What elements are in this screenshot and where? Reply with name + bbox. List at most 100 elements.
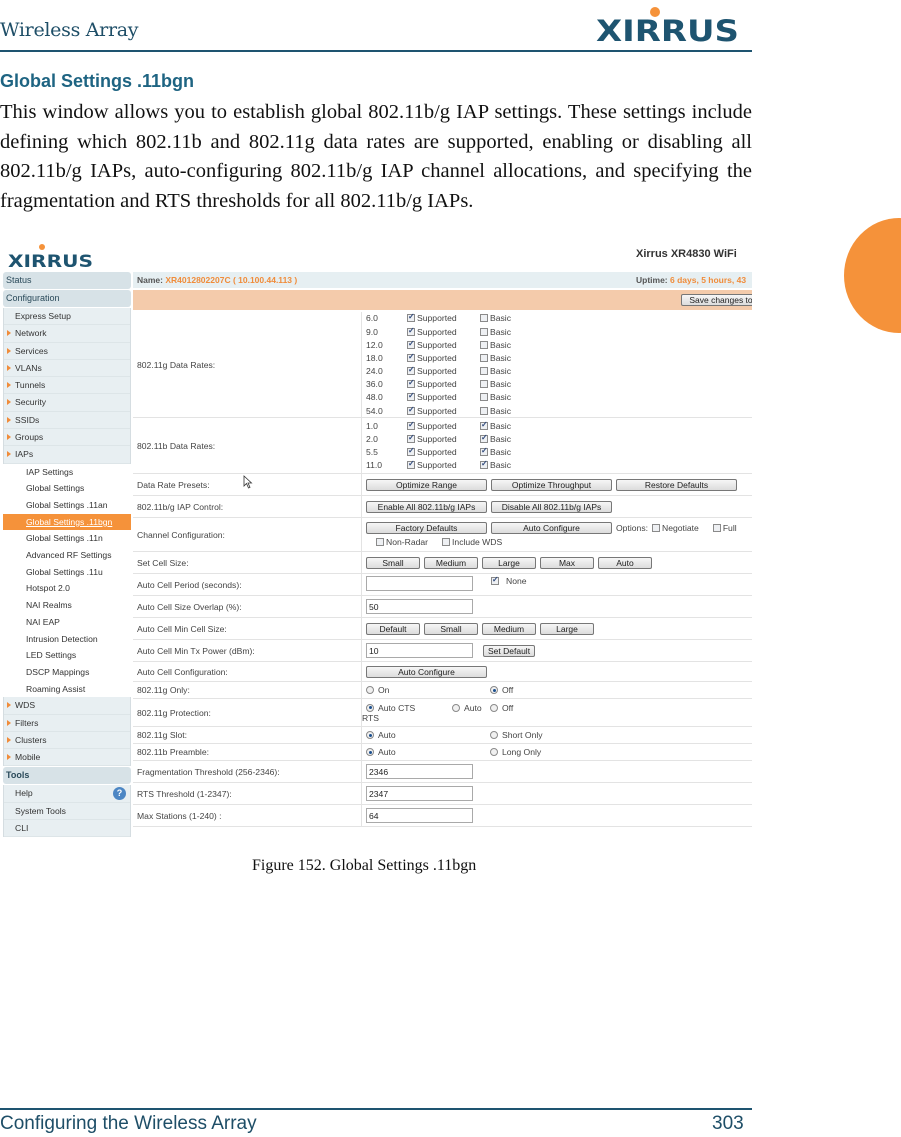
sidebar-item-wds[interactable]: WDS <box>4 697 130 715</box>
enable-all-iaps-button[interactable]: Enable All 802.11b/g IAPs <box>366 500 487 513</box>
supported-checkbox[interactable] <box>407 420 415 430</box>
sidebar-item-groups[interactable]: Groups <box>4 429 130 447</box>
basic-checkbox[interactable] <box>480 314 488 323</box>
g-only-off-radio[interactable] <box>490 686 498 694</box>
slot-short-only-radio[interactable] <box>490 731 498 739</box>
ui-screenshot: XIRRUS Xirrus XR4830 WiFi Status Configu… <box>0 238 752 842</box>
sidebar-item-advanced-rf-settings[interactable]: Advanced RF Settings <box>3 547 131 564</box>
preamble-auto-radio[interactable] <box>366 748 374 756</box>
supported-checkbox[interactable] <box>407 378 415 389</box>
sidebar-item-nai-realms[interactable]: NAI Realms <box>3 597 131 614</box>
cell-medium-button[interactable]: Medium <box>424 556 478 569</box>
supported-checkbox[interactable] <box>407 365 415 376</box>
basic-checkbox[interactable] <box>480 327 488 336</box>
sidebar-item-vlans[interactable]: VLANs <box>4 360 130 378</box>
basic-checkbox[interactable] <box>480 367 488 376</box>
min-cell-small-button[interactable]: Small <box>424 622 478 635</box>
supported-checkbox[interactable] <box>407 446 415 457</box>
sidebar-item-network[interactable]: Network <box>4 325 130 343</box>
sidebar-item-global-settings-11n[interactable]: Global Settings .11n <box>3 530 131 547</box>
factory-defaults-button[interactable]: Factory Defaults <box>366 521 487 534</box>
cell-large-button[interactable]: Large <box>482 556 536 569</box>
sidebar-item-services[interactable]: Services <box>4 343 130 360</box>
basic-checkbox[interactable] <box>480 446 488 457</box>
supported-checkbox[interactable] <box>407 326 415 336</box>
sidebar-item-tunnels[interactable]: Tunnels <box>4 377 130 395</box>
intro-paragraph: This window allows you to establish glob… <box>0 101 752 212</box>
min-cell-default-button[interactable]: Default <box>366 622 420 635</box>
sidebar-item-global-settings[interactable]: Global Settings <box>3 480 131 497</box>
restore-defaults-button[interactable]: Restore Defaults <box>616 478 737 491</box>
sidebar-item-hotspot-2-0[interactable]: Hotspot 2.0 <box>3 580 131 597</box>
sidebar-item-roaming-assist[interactable]: Roaming Assist <box>3 681 131 698</box>
min-cell-large-button[interactable]: Large <box>540 622 594 635</box>
sidebar-item-nai-eap[interactable]: NAI EAP <box>3 614 131 631</box>
sidebar-item-express-setup[interactable]: Express Setup <box>4 308 130 326</box>
cell-max-button[interactable]: Max <box>540 556 594 569</box>
min-tx-power-input[interactable] <box>366 643 473 658</box>
preamble-long-only-radio[interactable] <box>490 748 498 756</box>
full-checkbox[interactable] <box>712 523 721 532</box>
protection-off-radio[interactable] <box>490 703 498 712</box>
supported-checkbox[interactable] <box>407 352 415 362</box>
supported-checkbox[interactable] <box>407 391 415 402</box>
disable-all-iaps-button[interactable]: Disable All 802.11b/g IAPs <box>491 500 612 513</box>
footer-chapter: Configuring the Wireless Array <box>0 1113 257 1134</box>
slot-auto-radio[interactable] <box>366 731 374 739</box>
sidebar-item-global-settings-11u[interactable]: Global Settings .11u <box>3 564 131 581</box>
sidebar-item-global-settings-11an[interactable]: Global Settings .11an <box>3 497 131 514</box>
max-stations-input[interactable] <box>366 808 473 823</box>
sidebar-item-dscp-mappings[interactable]: DSCP Mappings <box>3 664 131 681</box>
basic-checkbox[interactable] <box>480 380 488 389</box>
auto-cell-period-input[interactable] <box>366 576 473 591</box>
supported-checkbox[interactable] <box>407 312 415 323</box>
basic-checkbox[interactable] <box>480 340 488 349</box>
sidebar-item-global-settings-11bgn[interactable]: Global Settings .11bgn <box>3 513 131 531</box>
negotiate-checkbox[interactable] <box>652 523 661 532</box>
sidebar-item-help[interactable]: Help? <box>4 785 130 803</box>
min-cell-medium-button[interactable]: Medium <box>482 622 536 635</box>
auto-configure-channel-button[interactable]: Auto Configure <box>491 521 612 534</box>
sidebar-configuration[interactable]: Configuration <box>3 290 131 307</box>
cell-auto-button[interactable]: Auto <box>598 556 652 569</box>
save-changes-button[interactable]: Save changes to <box>681 294 752 306</box>
help-icon[interactable]: ? <box>113 787 126 801</box>
auto-cell-overlap-input[interactable] <box>366 599 473 614</box>
supported-checkbox[interactable] <box>407 433 415 443</box>
sidebar-item-system-tools[interactable]: System Tools <box>4 803 130 821</box>
sidebar-item-cli[interactable]: CLI <box>4 820 130 838</box>
basic-checkbox[interactable] <box>480 433 488 443</box>
g-only-on-radio[interactable] <box>366 686 374 694</box>
sidebar-tools[interactable]: Tools <box>3 767 131 785</box>
sidebar-item-iap-settings[interactable]: IAP Settings <box>3 464 131 481</box>
sidebar-item-mobile[interactable]: Mobile <box>4 749 130 767</box>
optimize-range-button[interactable]: Optimize Range <box>366 478 487 491</box>
sidebar-item-security[interactable]: Security <box>4 394 130 412</box>
protection-auto-rts-radio[interactable] <box>452 703 460 712</box>
auto-cell-configure-button[interactable]: Auto Configure <box>366 665 487 678</box>
basic-checkbox[interactable] <box>480 353 488 362</box>
basic-checkbox[interactable] <box>480 420 488 430</box>
optimize-throughput-button[interactable]: Optimize Throughput <box>491 478 612 491</box>
fragmentation-threshold-input[interactable] <box>366 764 473 779</box>
sidebar-item-iaps[interactable]: IAPs <box>4 446 130 464</box>
sidebar-item-filters[interactable]: Filters <box>4 715 130 732</box>
basic-checkbox[interactable] <box>480 393 488 402</box>
rts-threshold-input[interactable] <box>366 786 473 801</box>
none-checkbox[interactable] <box>491 575 499 585</box>
basic-checkbox[interactable] <box>480 406 488 415</box>
non-radar-checkbox[interactable] <box>376 537 384 546</box>
sidebar-item-intrusion-detection[interactable]: Intrusion Detection <box>3 631 131 648</box>
basic-checkbox[interactable] <box>480 459 488 470</box>
sidebar-item-ssids[interactable]: SSIDs <box>4 412 130 430</box>
include-wds-checkbox[interactable] <box>442 537 451 546</box>
protection-auto-cts-radio[interactable] <box>366 703 374 712</box>
supported-checkbox[interactable] <box>407 339 415 349</box>
sidebar-item-led-settings[interactable]: LED Settings <box>3 647 131 664</box>
cell-small-button[interactable]: Small <box>366 556 420 569</box>
set-default-button[interactable]: Set Default <box>483 644 536 657</box>
supported-checkbox[interactable] <box>407 405 415 415</box>
supported-checkbox[interactable] <box>407 459 415 470</box>
sidebar-status[interactable]: Status <box>3 272 131 289</box>
sidebar-item-clusters[interactable]: Clusters <box>4 732 130 750</box>
